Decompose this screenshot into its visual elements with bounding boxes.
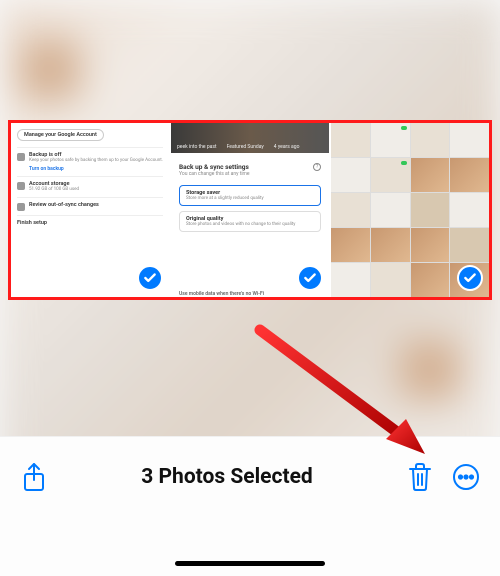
original-quality-option: Original quality Store photos and videos…: [179, 211, 321, 232]
bottom-toolbar-area: 3 Photos Selected: [0, 436, 500, 576]
selection-count-label: 3 Photos Selected: [62, 465, 392, 489]
trash-icon: [407, 462, 433, 492]
manage-account-button: Manage your Google Account: [17, 129, 104, 141]
delete-button[interactable]: [404, 461, 436, 493]
selection-check-icon: [137, 265, 163, 291]
sync-footer: Use mobile data when there's no Wi-Fi: [171, 291, 329, 297]
review-changes: Review out-of-sync changes: [29, 202, 163, 208]
share-icon: [21, 462, 47, 492]
home-indicator[interactable]: [175, 561, 325, 566]
photo-thumb-3[interactable]: [331, 123, 489, 297]
photo-thumb-2[interactable]: peek into the past Featured Sunday 4 yea…: [171, 123, 329, 297]
selected-photos-row: Manage your Google Account Backup is off…: [8, 120, 492, 300]
more-button[interactable]: [450, 461, 482, 493]
sync-title: Back up & sync settings: [179, 163, 249, 171]
turn-on-backup-link: Turn on backup: [29, 166, 163, 172]
selection-toolbar: 3 Photos Selected: [0, 437, 500, 505]
help-icon: ?: [313, 163, 321, 171]
selection-check-icon: [297, 265, 323, 291]
storage-sub: 51.92 GB of 100 GB used: [29, 187, 163, 193]
photo-thumb-1[interactable]: Manage your Google Account Backup is off…: [11, 123, 169, 297]
sync-sub: You can change this at any time: [179, 171, 321, 177]
backup-sub: Keep your photos safe by backing them up…: [29, 158, 163, 164]
memories-tag-1: peek into the past: [177, 144, 217, 150]
sync-icon: [17, 203, 25, 211]
storage-saver-option: Storage saver Store more at a slightly r…: [179, 185, 321, 206]
ellipsis-circle-icon: [452, 463, 480, 491]
memories-tag-3: 4 years ago: [274, 144, 300, 150]
sync-header: peek into the past Featured Sunday 4 yea…: [171, 123, 329, 153]
cloud-icon: [17, 182, 25, 190]
share-button[interactable]: [18, 461, 50, 493]
cloud-off-icon: [17, 153, 25, 161]
selection-check-icon: [457, 265, 483, 291]
memories-tag-2: Featured Sunday: [227, 144, 264, 150]
finish-setup: Finish setup: [17, 220, 163, 226]
